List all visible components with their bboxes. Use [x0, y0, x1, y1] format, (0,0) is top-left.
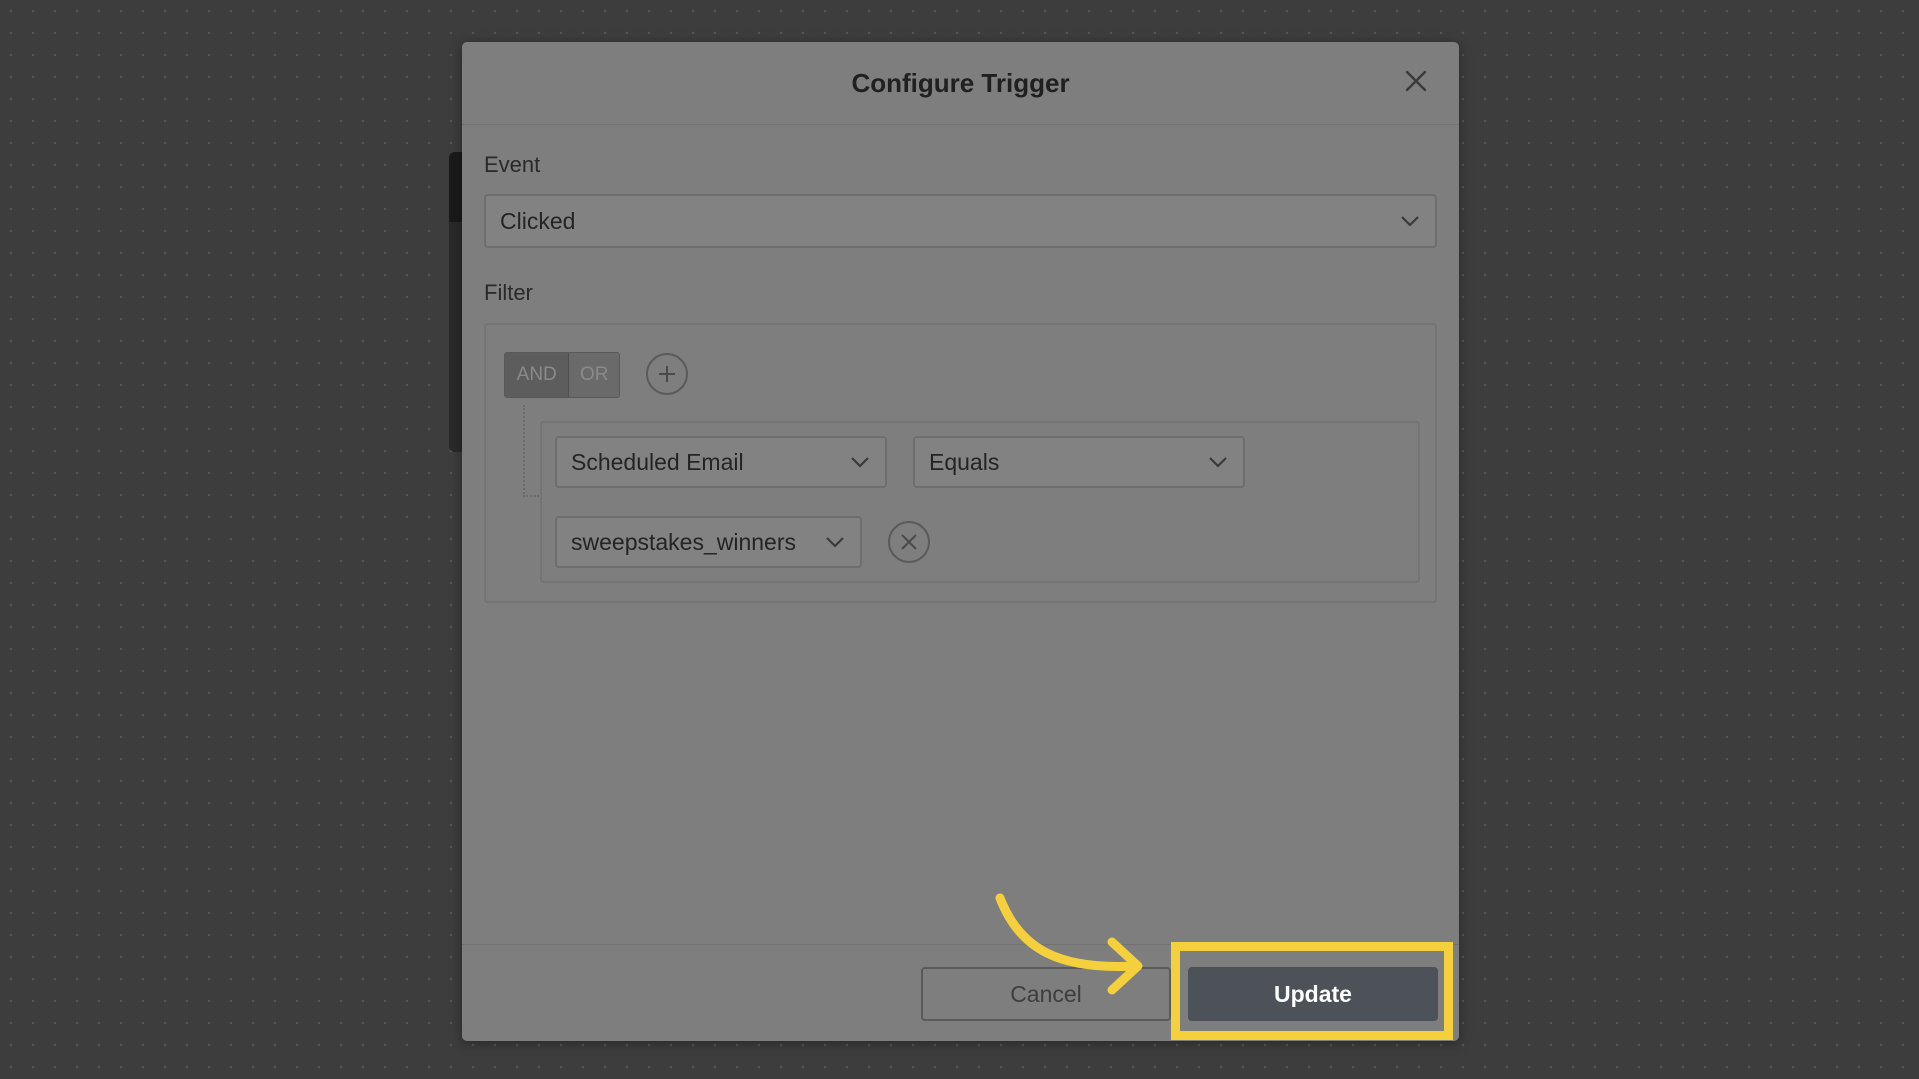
- or-toggle-button[interactable]: OR: [569, 353, 619, 397]
- close-icon: [1405, 70, 1427, 92]
- event-select-value: Clicked: [500, 207, 576, 234]
- value-select[interactable]: sweepstakes_winners: [555, 516, 862, 568]
- and-toggle-button[interactable]: AND: [505, 353, 570, 397]
- value-select-value: sweepstakes_winners: [571, 528, 797, 555]
- event-select[interactable]: Clicked: [484, 194, 1437, 248]
- plus-icon: [659, 366, 675, 382]
- pointer-arrow: [995, 893, 1143, 995]
- dialog-title: Configure Trigger: [851, 68, 1070, 98]
- chevron-down-icon: [1209, 457, 1227, 468]
- remove-circle-icon: [901, 534, 917, 550]
- remove-rule-button[interactable]: [888, 521, 930, 563]
- update-highlight-frame: [1171, 942, 1453, 1040]
- configure-trigger-dialog: Configure Trigger Event Clicked Filter A…: [462, 42, 1459, 1041]
- chevron-down-icon: [851, 457, 869, 468]
- field-select-value: Scheduled Email: [571, 448, 744, 475]
- chevron-down-icon: [826, 537, 844, 548]
- filter-panel: AND OR Scheduled Email Equals sweepstake…: [484, 323, 1437, 603]
- field-select[interactable]: Scheduled Email: [555, 436, 887, 488]
- chevron-down-icon: [1401, 216, 1419, 227]
- rule-group: Scheduled Email Equals sweepstakes_winne…: [540, 421, 1420, 583]
- filter-label: Filter: [484, 280, 533, 305]
- close-button[interactable]: [1399, 64, 1433, 98]
- event-label: Event: [484, 152, 541, 177]
- operator-select[interactable]: Equals: [913, 436, 1245, 488]
- dialog-header: Configure Trigger: [462, 42, 1459, 125]
- add-rule-button[interactable]: [646, 353, 688, 395]
- tree-connector: [523, 405, 539, 497]
- operator-select-value: Equals: [929, 448, 1000, 475]
- logic-toggle: AND OR: [504, 352, 620, 398]
